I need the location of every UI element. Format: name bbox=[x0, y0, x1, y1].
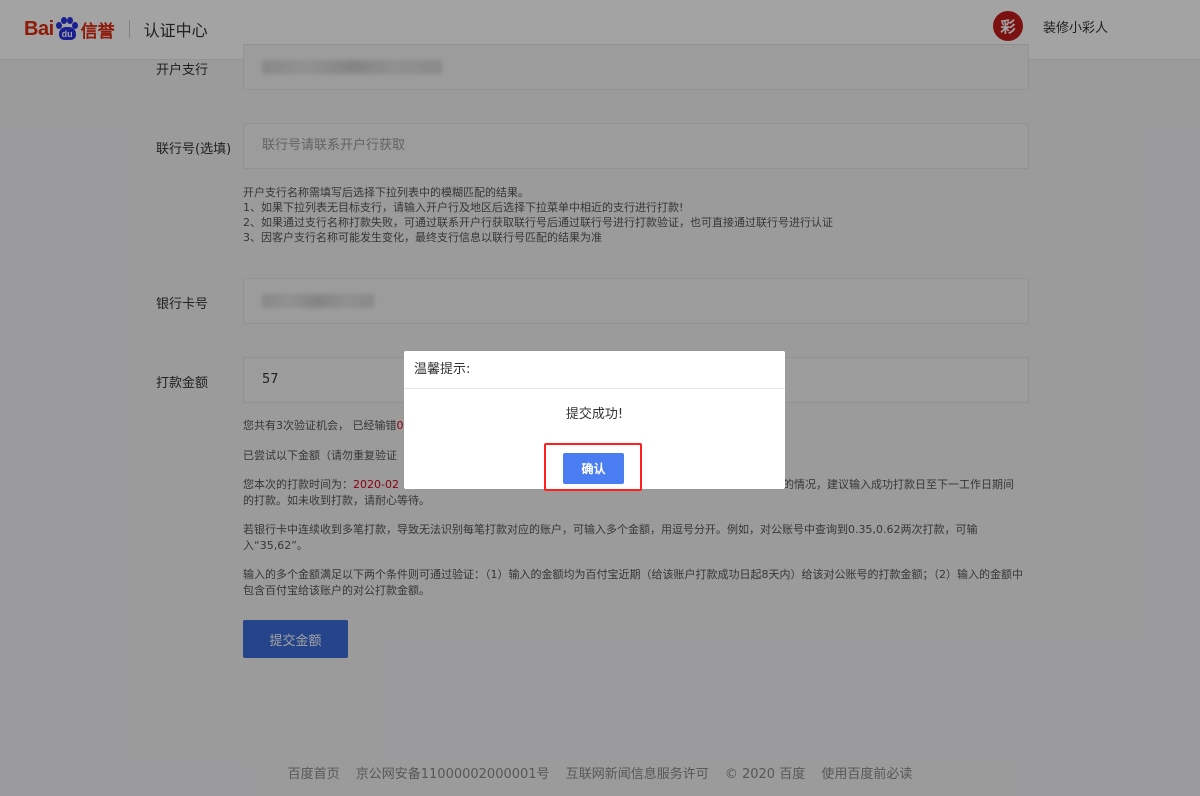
tip-modal: 温馨提示: 提交成功! 确认 bbox=[404, 351, 785, 491]
confirm-highlight-box: 确认 bbox=[544, 443, 642, 491]
confirm-button[interactable]: 确认 bbox=[563, 453, 624, 484]
modal-message: 提交成功! bbox=[565, 407, 624, 422]
modal-title: 温馨提示: bbox=[404, 351, 785, 389]
